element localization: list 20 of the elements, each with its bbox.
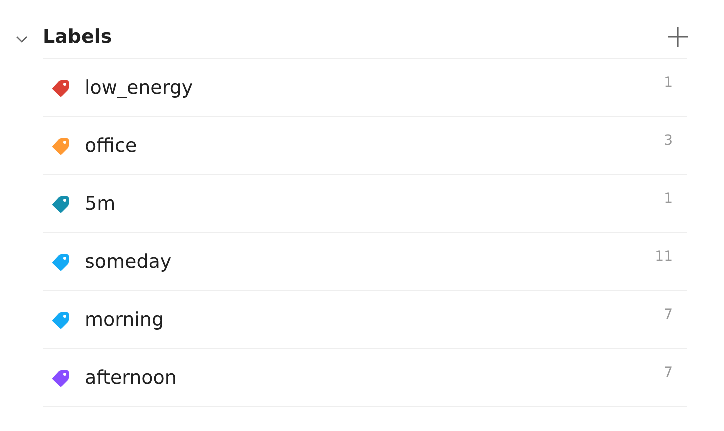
- label-name: afternoon: [85, 366, 178, 388]
- plus-icon: [667, 26, 689, 48]
- label-name: office: [85, 134, 138, 156]
- label-count: 3: [664, 133, 673, 149]
- label-name: 5m: [85, 192, 117, 214]
- label-row[interactable]: low_energy 1: [43, 59, 687, 117]
- label-row[interactable]: afternoon 7: [43, 349, 687, 407]
- label-count: 7: [664, 365, 673, 381]
- section-title: Labels: [43, 26, 114, 48]
- label-row[interactable]: office 3: [43, 117, 687, 175]
- label-name: someday: [85, 250, 173, 272]
- label-row[interactable]: someday 11: [43, 233, 687, 291]
- label-row[interactable]: 5m 1: [43, 175, 687, 233]
- label-count: 7: [664, 307, 673, 323]
- label-count: 11: [655, 249, 673, 265]
- label-name: low_energy: [85, 76, 194, 98]
- label-name: morning: [85, 308, 166, 330]
- label-row[interactable]: morning 7: [43, 291, 687, 349]
- label-count: 1: [664, 191, 673, 207]
- label-count: 1: [664, 75, 673, 91]
